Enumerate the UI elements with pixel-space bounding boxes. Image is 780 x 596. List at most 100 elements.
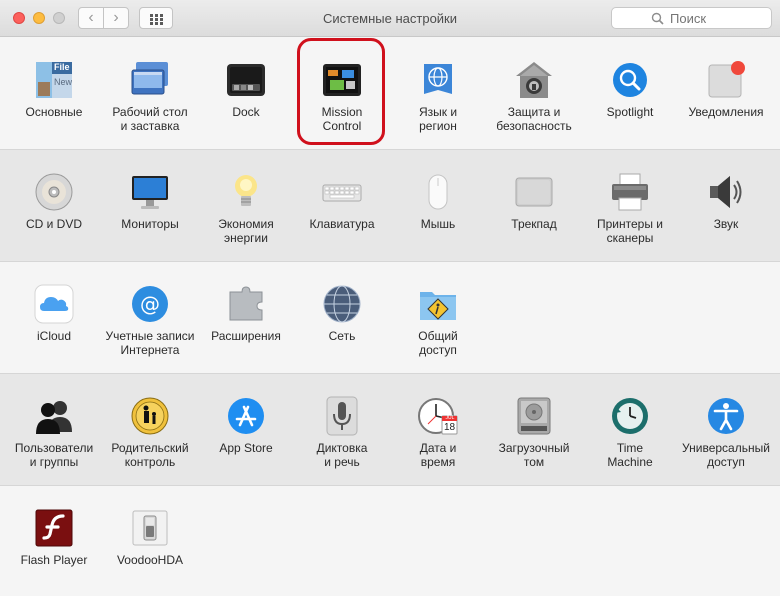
pane-label: Flash Player xyxy=(20,553,88,567)
pane-mouse[interactable]: Мышь xyxy=(390,172,486,231)
pane-startup-disk[interactable]: Загрузочный том xyxy=(486,396,582,469)
dock-icon xyxy=(226,60,266,100)
general-new-text: New xyxy=(54,77,73,87)
svg-text:@: @ xyxy=(140,292,160,316)
pane-label: Time Machine xyxy=(607,441,653,469)
pane-label: Spotlight xyxy=(606,105,654,119)
date-time-icon: JUL 18 xyxy=(418,396,458,436)
pane-label: Сеть xyxy=(328,329,356,343)
mission-control-highlight xyxy=(297,38,385,145)
calendar-day-text: 18 xyxy=(443,422,456,433)
pane-internet-accounts[interactable]: @ Учетные записи Интернета xyxy=(102,284,198,357)
pane-extensions[interactable]: Расширения xyxy=(198,284,294,343)
pane-label: Расширения xyxy=(211,329,281,343)
desktop-screensaver-icon xyxy=(130,60,170,100)
extensions-icon xyxy=(226,284,266,324)
pane-energy-saver[interactable]: Экономия энергии xyxy=(198,172,294,245)
general-file-text: File xyxy=(54,62,70,72)
pane-label: Принтеры и сканеры xyxy=(597,217,663,245)
pane-notifications[interactable]: Уведомления xyxy=(678,60,774,119)
pane-label: Загрузочный том xyxy=(498,441,570,469)
sharing-icon xyxy=(418,284,458,324)
icloud-icon xyxy=(34,284,74,324)
energy-saver-icon xyxy=(226,172,266,212)
pane-label: Общий доступ xyxy=(418,329,458,357)
spotlight-icon xyxy=(610,60,650,100)
pane-label: Родительский контроль xyxy=(111,441,189,469)
keyboard-icon xyxy=(322,172,362,212)
pane-label: Мониторы xyxy=(121,217,179,231)
pane-label: Трекпад xyxy=(511,217,557,231)
notifications-icon xyxy=(706,60,746,100)
pane-label: Диктовка и речь xyxy=(316,441,368,469)
pane-desktop-screensaver[interactable]: Рабочий стол и заставка xyxy=(102,60,198,133)
pane-flash-player[interactable]: Flash Player xyxy=(6,508,102,567)
pane-icloud[interactable]: iCloud xyxy=(6,284,102,343)
pane-label: Универсальный доступ xyxy=(682,441,770,469)
cd-dvd-icon xyxy=(34,172,74,212)
pane-cd-dvd[interactable]: CD и DVD xyxy=(6,172,102,231)
displays-icon xyxy=(130,172,170,212)
pane-label: Язык и регион xyxy=(418,105,458,133)
pane-printers-scanners[interactable]: Принтеры и сканеры xyxy=(582,172,678,245)
app-store-icon xyxy=(226,396,266,436)
dictation-icon xyxy=(322,396,362,436)
sound-icon xyxy=(706,172,746,212)
calendar-month-text: JUL xyxy=(445,415,455,421)
pane-dock[interactable]: Dock xyxy=(198,60,294,119)
pane-label: Клавиатура xyxy=(309,217,375,231)
pane-label: CD и DVD xyxy=(25,217,83,231)
printer-icon xyxy=(610,172,650,212)
pane-network[interactable]: Сеть xyxy=(294,284,390,343)
pane-label: Защита и безопасность xyxy=(496,105,572,133)
mouse-icon xyxy=(418,172,458,212)
title-bar: ‹ › Системные настройки xyxy=(0,0,780,37)
pane-label: App Store xyxy=(219,441,273,455)
pane-label: Звук xyxy=(713,217,739,231)
pane-label: Пользователи и группы xyxy=(14,441,94,469)
pane-accessibility[interactable]: Универсальный доступ xyxy=(678,396,774,469)
pane-label: Экономия энергии xyxy=(218,217,274,245)
pane-language-region[interactable]: Язык и регион xyxy=(390,60,486,133)
search-input[interactable] xyxy=(668,9,732,27)
pane-voodoohda[interactable]: VoodooHDA xyxy=(102,508,198,567)
pane-parental-controls[interactable]: Родительский контроль xyxy=(102,396,198,469)
pane-general[interactable]: File New Основные xyxy=(6,60,102,119)
network-icon xyxy=(322,284,362,324)
pane-label: Уведомления xyxy=(688,105,764,119)
pane-sound[interactable]: Звук xyxy=(678,172,774,231)
pane-users-groups[interactable]: Пользователи и группы xyxy=(6,396,102,469)
pane-security[interactable]: Защита и безопасность xyxy=(486,60,582,133)
pane-label: Основные xyxy=(25,105,83,119)
time-machine-icon xyxy=(610,396,650,436)
pane-trackpad[interactable]: Трекпад xyxy=(486,172,582,231)
search-field[interactable] xyxy=(611,7,772,29)
trackpad-icon xyxy=(514,172,554,212)
pane-displays[interactable]: Мониторы xyxy=(102,172,198,231)
pane-label: Мышь xyxy=(420,217,456,231)
general-icon: File New xyxy=(34,60,74,100)
pane-dictation[interactable]: Диктовка и речь xyxy=(294,396,390,469)
pane-label: Рабочий стол и заставка xyxy=(112,105,188,133)
startup-disk-icon xyxy=(514,396,554,436)
pane-label: VoodooHDA xyxy=(116,553,184,567)
security-icon xyxy=(514,60,554,100)
pane-time-machine[interactable]: Time Machine xyxy=(582,396,678,469)
pane-label: Учетные записи Интернета xyxy=(105,329,195,357)
pane-sharing[interactable]: Общий доступ xyxy=(390,284,486,357)
users-groups-icon xyxy=(34,396,74,436)
pane-app-store[interactable]: App Store xyxy=(198,396,294,455)
pane-label: iCloud xyxy=(36,329,72,343)
pane-spotlight[interactable]: Spotlight xyxy=(582,60,678,119)
language-region-icon xyxy=(418,60,458,100)
flash-player-icon xyxy=(34,508,74,548)
parental-controls-icon xyxy=(130,396,170,436)
pane-label: Dock xyxy=(232,105,260,119)
search-icon xyxy=(651,12,664,25)
accessibility-icon xyxy=(706,396,746,436)
voodoohda-icon xyxy=(130,508,170,548)
pane-keyboard[interactable]: Клавиатура xyxy=(294,172,390,231)
pane-label: Дата и время xyxy=(419,441,457,469)
internet-accounts-icon: @ xyxy=(130,284,170,324)
pane-date-time[interactable]: JUL 18 Дата и время xyxy=(390,396,486,469)
